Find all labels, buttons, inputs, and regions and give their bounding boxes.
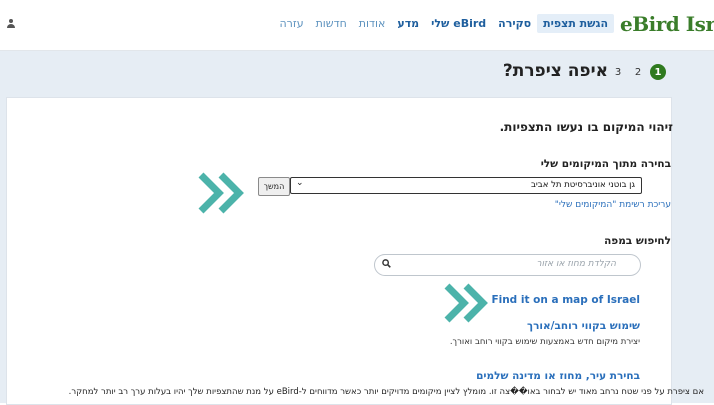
double-chevron-arrow-icon [444,283,488,323]
continue-button[interactable]: המשך [258,177,290,196]
nav-about[interactable]: אודות [353,14,392,33]
step-1: 1 [650,64,666,80]
page-title: איפה ציפרת? [502,61,608,81]
nav-submit-observation[interactable]: הגשת תצפית [537,14,614,33]
top-navigation-bar: הגשת תצפית סקירה eBird שלי מדע אודות חדש… [0,0,714,51]
nav-explore[interactable]: סקירה [492,14,537,33]
step-3: 3 [614,66,622,78]
double-chevron-arrow-icon [198,172,244,214]
step-indicator: 1 2 3 [610,64,666,80]
my-locations-heading: בחירה מתוך המיקומים שלי [540,158,671,170]
map-search-heading: לחיפוש במפה [604,235,671,247]
logo-text: eBird Israe [620,12,714,36]
my-locations-select[interactable]: גן בוטני אוניברסיטת תל אביב ⌄ [290,177,642,194]
nav-science[interactable]: מדע [391,14,425,33]
region-description: אם ציפרת על פני שטח נרחב מאוד יש לבחור ב… [68,387,704,397]
edit-my-locations-link[interactable]: עריכת רשימת "המיקומים שלי" [555,200,671,210]
location-card [6,97,672,405]
coordinates-link[interactable]: שימוש בקווי רוחב/אורך [527,320,640,332]
chevron-down-icon: ⌄ [296,178,304,188]
region-link[interactable]: בחירת עיר, מחוז או מדינה שלמים [476,370,640,382]
nav-help[interactable]: עזרה [273,14,309,33]
ebird-logo[interactable]: eBird Israe [614,12,714,38]
step-2: 2 [634,66,642,78]
nav-news[interactable]: חדשות [310,14,353,33]
selected-location: גן בוטני אוניברסיטת תל אביב [530,180,635,190]
user-icon[interactable] [7,19,15,29]
find-on-map-link[interactable]: Find it on a map of Israel [491,294,640,306]
nav-my-ebird[interactable]: eBird שלי [425,14,492,33]
section-heading: זיהוי המיקום בו נעשו התצפיות. [499,120,673,134]
search-placeholder: הקלדת מחוז או אזור [536,259,616,269]
map-search-input[interactable]: הקלדת מחוז או אזור [374,254,641,276]
main-nav: הגשת תצפית סקירה eBird שלי מדע אודות חדש… [273,14,614,33]
coordinates-description: יצירת מיקום חדש באמצעות שימוש בקווי רוחב… [449,337,640,347]
search-icon [382,259,391,268]
